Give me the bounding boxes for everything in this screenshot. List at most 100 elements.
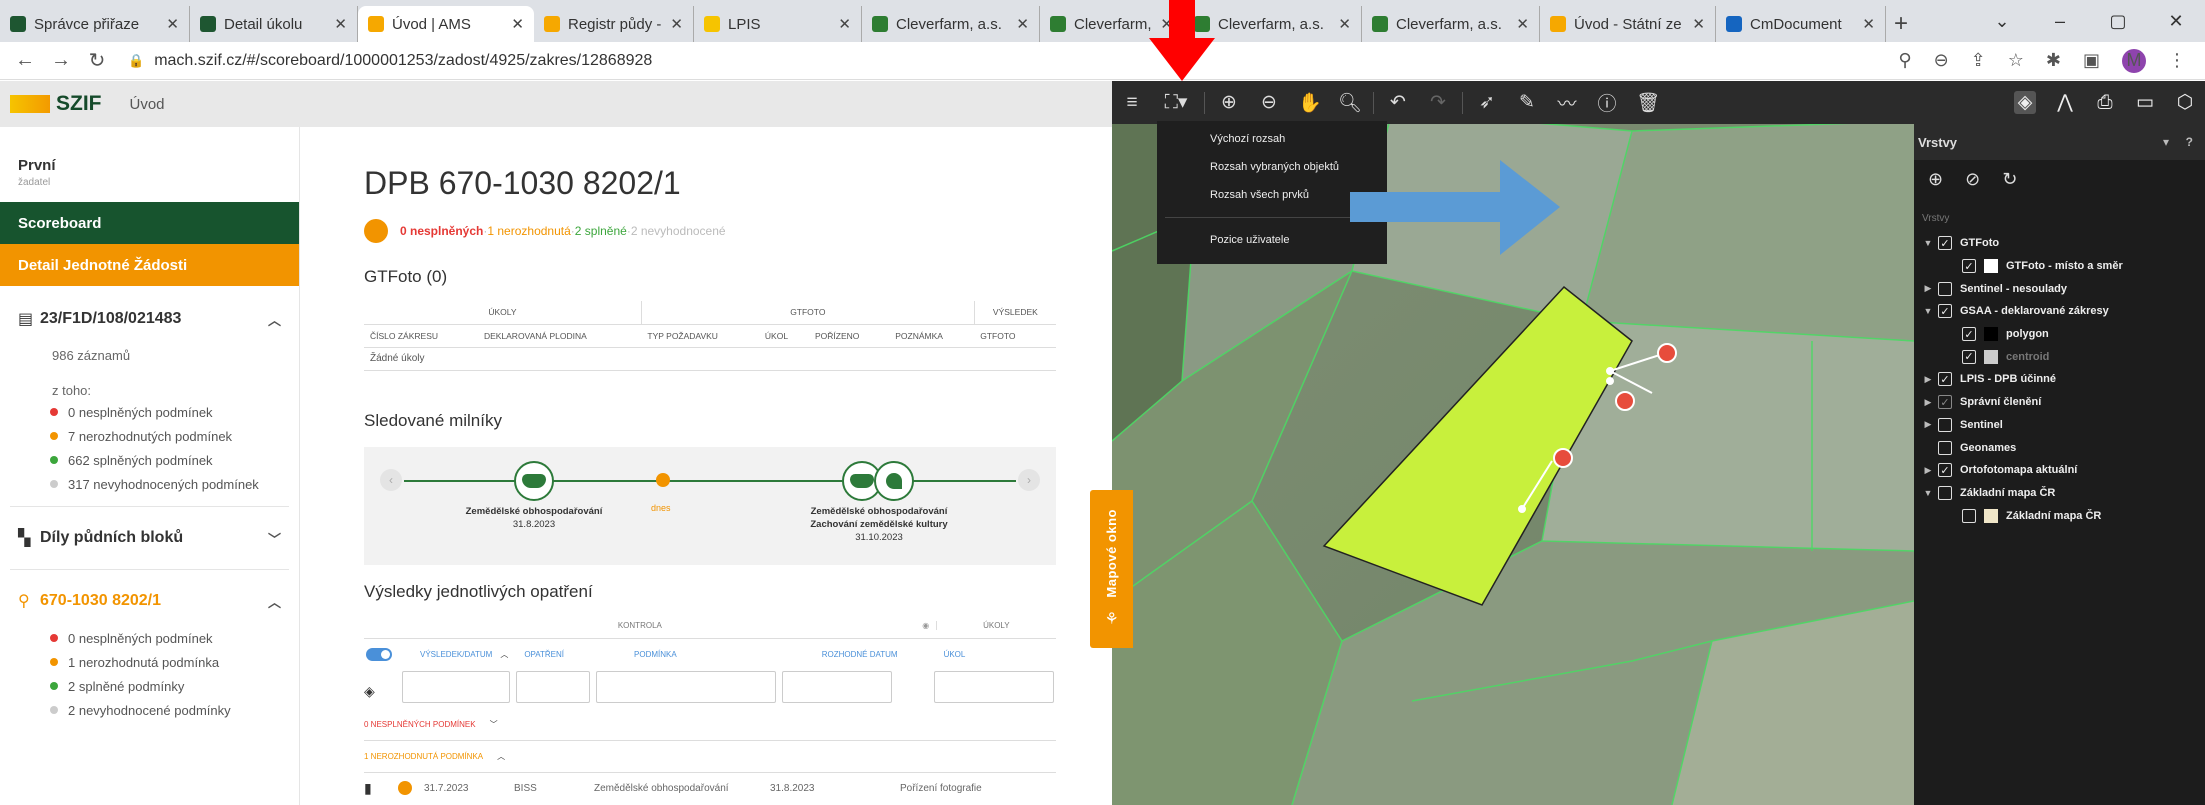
print-icon[interactable]: ⎙ [2094, 92, 2116, 114]
layer-checkbox[interactable]: ✓ [1938, 372, 1952, 387]
extent-icon[interactable]: ⛶▾ [1161, 91, 1191, 114]
sidebar-request-header[interactable]: ▤ 23/F1D/108/021483 ︿ [0, 298, 299, 340]
layers-icon[interactable]: ◈ [364, 683, 375, 700]
measure-icon[interactable]: 〰 [1556, 89, 1578, 116]
chevron-down-icon[interactable]: ﹀ [268, 529, 281, 548]
layer-checkbox[interactable] [1938, 440, 1952, 455]
layer-item[interactable]: ▶ Sentinel - nesoulady [1922, 277, 2205, 300]
sidebar-item-detail[interactable]: Detail Jednotné Žádosti [0, 244, 299, 286]
szif-logo[interactable]: SZIF [10, 92, 102, 116]
layer-item[interactable]: ▶ ✓ Správní členění [1922, 391, 2205, 414]
layer-checkbox[interactable]: ✓ [1938, 236, 1952, 251]
layer-item[interactable]: Základní mapa ČR [1922, 504, 2205, 527]
layers-icon[interactable]: ◈ [2014, 91, 2036, 114]
layer-item[interactable]: ▼ Základní mapa ČR [1922, 482, 2205, 505]
map-window-toggle[interactable]: Mapové okno ⚘ [1090, 490, 1133, 648]
reload-icon[interactable]: ↻ [86, 48, 108, 73]
browser-tab[interactable]: Cleverfarm, a.s.✕ [862, 6, 1040, 42]
filter-input-measure[interactable] [516, 671, 590, 703]
ruler-icon[interactable]: ▭ [2134, 91, 2156, 114]
layer-item[interactable]: ▶ ✓ LPIS - DPB účinné [1922, 368, 2205, 391]
layer-item[interactable]: ✓ GTFoto - místo a směr [1922, 255, 2205, 278]
avatar[interactable]: M [2122, 48, 2146, 73]
new-tab-button[interactable]: + [1886, 6, 1916, 42]
sidebar-dpb-header[interactable]: ⚲ 670-1030 8202/1 ︿ [0, 580, 299, 622]
sidebar-blocks-header[interactable]: ▚ Díly půdních bloků ﹀ [0, 517, 299, 559]
browser-tab[interactable]: Úvod - Státní ze ✕ [1540, 6, 1716, 42]
attach-icon[interactable]: ⊘ [1965, 169, 1980, 190]
layer-item[interactable]: ▶ Sentinel [1922, 414, 2205, 437]
star-icon[interactable]: ☆ [2008, 50, 2024, 71]
filter-input-result[interactable] [402, 671, 510, 703]
delete-icon[interactable]: 🗑︎ [1636, 91, 1660, 115]
chevron-right-icon[interactable]: › [1018, 469, 1040, 491]
map-icon[interactable]: ▮ [364, 780, 398, 797]
results-toggle[interactable] [366, 647, 392, 661]
table-row[interactable]: ▮ 31.7.2023 BISS Zemědělské obhospodařov… [364, 773, 1056, 803]
layer-item[interactable]: ▼ ✓ GSAA - deklarované zákresy [1922, 300, 2205, 323]
close-tab-icon[interactable]: ✕ [1016, 15, 1029, 33]
home-link[interactable]: Úvod [130, 96, 165, 113]
layer-item[interactable]: ✓ polygon [1922, 323, 2205, 346]
add-layer-icon[interactable]: ⊕ [1928, 169, 1943, 190]
browser-tab[interactable]: LPIS ✕ [694, 6, 862, 42]
layer-checkbox[interactable]: ✓ [1962, 349, 1976, 364]
close-button[interactable]: ✕ [2147, 11, 2205, 32]
browser-tab[interactable]: Správce přiřaze ✕ [0, 6, 190, 42]
info-icon[interactable]: ⓘ [1596, 89, 1618, 116]
layer-item[interactable]: Geonames [1922, 436, 2205, 459]
north-arrow-icon[interactable]: ⋀ [2054, 91, 2076, 114]
zoom-icon[interactable]: ⊖ [1934, 50, 1949, 71]
chevron-up-icon[interactable]: ︿ [268, 310, 281, 329]
collapse-icon[interactable]: ▾ [2163, 135, 2169, 149]
layer-item[interactable]: ▼ ✓ GTFoto [1922, 232, 2205, 255]
layer-checkbox[interactable] [1962, 508, 1976, 523]
browser-tab[interactable]: CmDocument ✕ [1716, 6, 1886, 42]
filter-input-condition[interactable] [596, 671, 776, 703]
layer-checkbox[interactable]: ✓ [1938, 304, 1952, 319]
refresh-icon[interactable]: ↻ [2002, 169, 2017, 190]
zoom-out-icon[interactable]: ⊖ [1258, 91, 1280, 114]
location-icon[interactable]: ⚲ [1898, 50, 1911, 71]
browser-tab[interactable]: Detail úkolu ✕ [190, 6, 358, 42]
browser-tab[interactable]: Cleverfarm, a.s.✕ [1362, 6, 1540, 42]
chevron-down-icon[interactable]: ⌄ [1973, 11, 2031, 32]
extensions-icon[interactable]: ✱ [2046, 50, 2061, 71]
sidebar-item-scoreboard[interactable]: Scoreboard [0, 202, 299, 244]
menu-item-default-extent[interactable]: Výchozí rozsah [1157, 125, 1387, 153]
layer-checkbox[interactable] [1938, 485, 1952, 500]
sort-up-icon[interactable]: ︿ [500, 649, 508, 660]
browser-tab[interactable]: Registr půdy - L✕ [534, 6, 694, 42]
layer-checkbox[interactable] [1938, 281, 1952, 296]
close-tab-icon[interactable]: ✕ [838, 15, 851, 33]
zoom-box-icon[interactable]: 🔍︎ [1338, 91, 1362, 115]
filter-input-task[interactable] [934, 671, 1054, 703]
close-tab-icon[interactable]: ✕ [670, 15, 683, 33]
maximize-button[interactable]: ▢ [2089, 11, 2147, 32]
chevron-left-icon[interactable]: ‹ [380, 469, 402, 491]
close-tab-icon[interactable]: ✕ [511, 15, 524, 33]
url-field[interactable]: 🔒 mach.szif.cz/#/scoreboard/1000001253/za… [128, 52, 1887, 70]
pan-hand-icon[interactable]: ✋ [1298, 91, 1322, 115]
zoom-in-icon[interactable]: ⊕ [1218, 91, 1240, 114]
eye-icon[interactable]: ◉ [916, 621, 936, 630]
layer-checkbox[interactable] [1938, 417, 1952, 432]
close-tab-icon[interactable]: ✕ [1516, 15, 1529, 33]
chevron-up-icon[interactable]: ︿ [268, 592, 281, 611]
layer-checkbox[interactable]: ✓ [1962, 327, 1976, 342]
close-tab-icon[interactable]: ✕ [1338, 15, 1351, 33]
close-tab-icon[interactable]: ✕ [334, 15, 347, 33]
share-icon[interactable]: ⇪ [1971, 50, 1986, 71]
group-undecided[interactable]: 1 NEROZHODNUTÁ PODMÍNKA ︿ [364, 741, 1056, 773]
menu-icon[interactable]: ≡ [1121, 92, 1143, 114]
navigate-icon[interactable]: ➶ [1476, 91, 1498, 114]
browser-tab[interactable]: Úvod | AMS ✕ [358, 6, 534, 42]
close-tab-icon[interactable]: ✕ [1692, 15, 1705, 33]
group-unfulfilled[interactable]: 0 NESPLNĚNÝCH PODMÍNEK ﹀ [364, 709, 1056, 741]
settings-icon[interactable]: ⬡ [2174, 91, 2196, 114]
layer-checkbox[interactable]: ✓ [1962, 259, 1976, 274]
layer-checkbox[interactable]: ✓ [1938, 463, 1952, 478]
forward-icon[interactable]: → [50, 49, 72, 72]
close-tab-icon[interactable]: ✕ [166, 15, 179, 33]
filter-input-date[interactable] [782, 671, 892, 703]
